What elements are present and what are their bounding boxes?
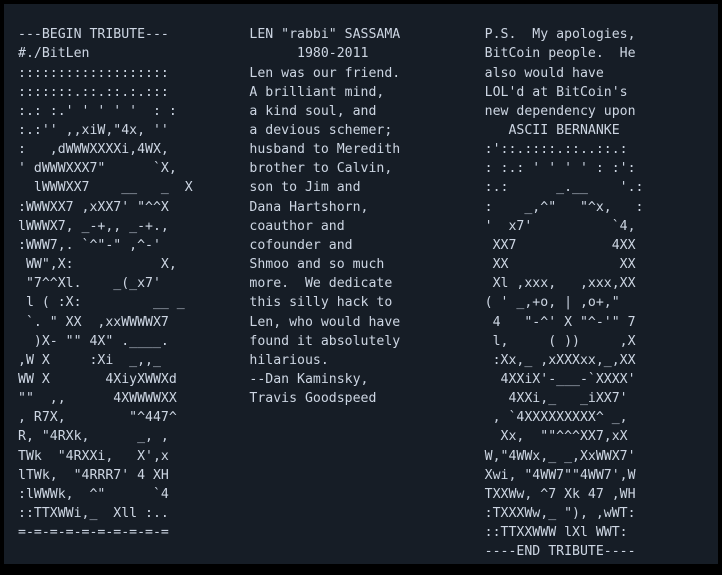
tribute-text-column: LEN "rabbi" SASSAMA 1980-2011 Len was ou… [249, 27, 401, 407]
ascii-tribute-layout: ---BEGIN TRIBUTE--- #./BitLen ::::::::::… [4, 4, 718, 564]
ascii-bernanke-column: P.S. My apologies, BitCoin people. He al… [484, 27, 644, 560]
ascii-art-bitlen-column: ---BEGIN TRIBUTE--- #./BitLen ::::::::::… [18, 27, 193, 541]
terminal-screen: ---BEGIN TRIBUTE--- #./BitLen ::::::::::… [4, 4, 718, 564]
